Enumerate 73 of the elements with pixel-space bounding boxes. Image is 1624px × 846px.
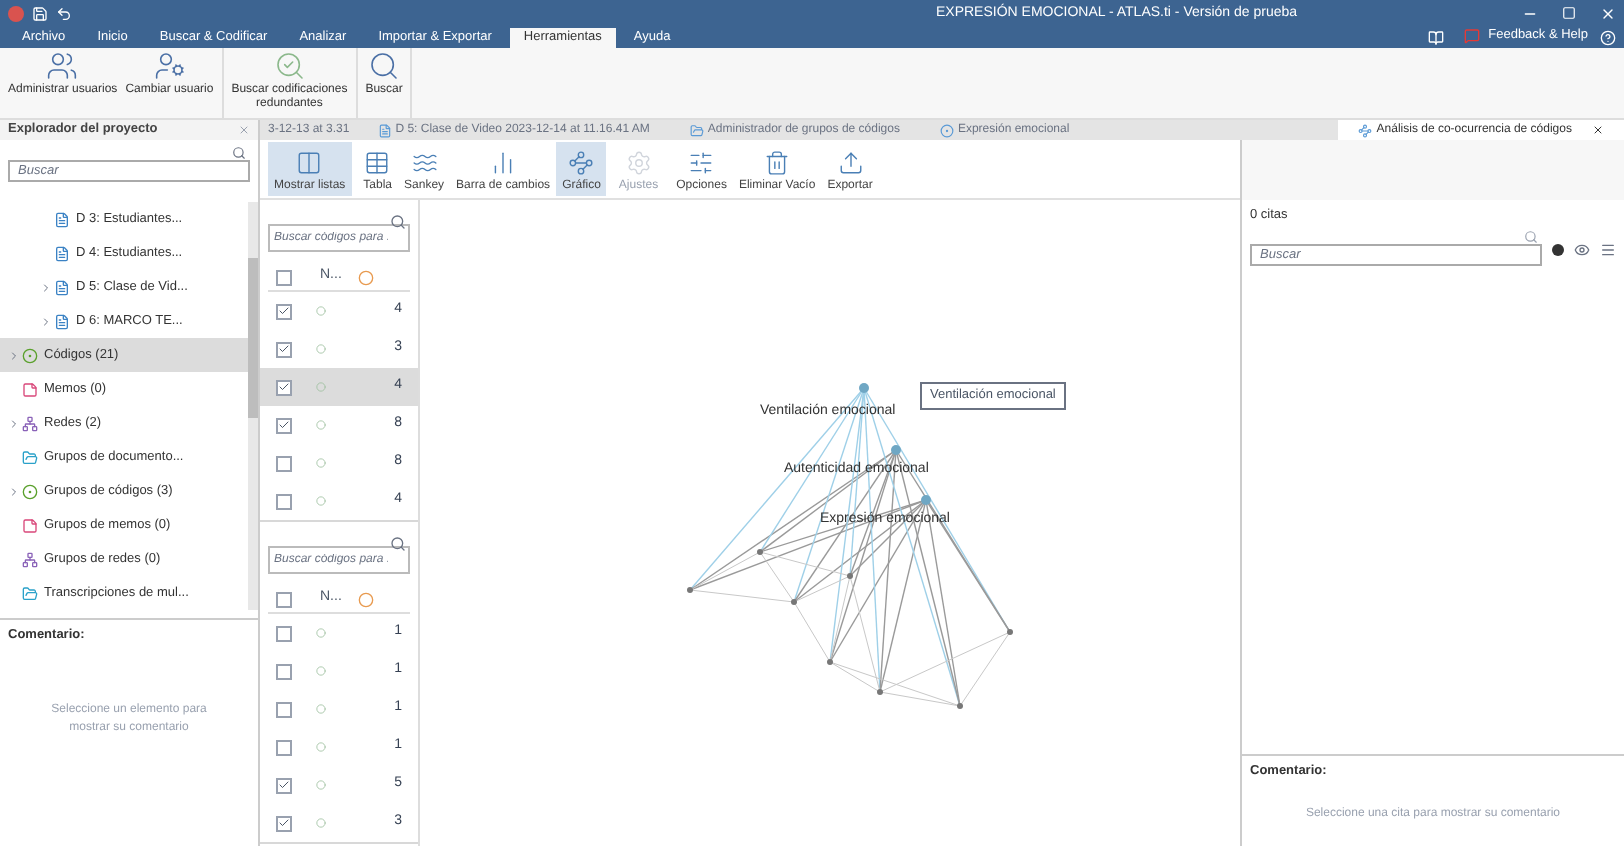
search-icon: [232, 146, 246, 160]
tab-icon: [689, 123, 704, 137]
select-all-checkbox[interactable]: [276, 269, 292, 285]
columns-icon: [296, 150, 323, 176]
save-icon[interactable]: [32, 5, 48, 21]
user-icon: [153, 50, 186, 82]
note-icon: [22, 517, 38, 533]
code-icon: [316, 344, 326, 354]
app-logo-icon: [8, 5, 24, 21]
search-icon: [390, 536, 406, 552]
note-icon: [22, 381, 38, 397]
checkbox[interactable]: [276, 739, 292, 755]
search-icon: [368, 50, 401, 82]
code-icon: [316, 420, 326, 430]
code-icon: [316, 780, 326, 790]
code-icon: [316, 306, 326, 316]
search-icon: [390, 214, 406, 230]
help-icon[interactable]: [1600, 30, 1616, 46]
code-icon: [316, 742, 326, 752]
code-icon: [316, 382, 326, 392]
checkbox[interactable]: [276, 663, 292, 679]
checkbox[interactable]: [276, 341, 292, 357]
checkbox[interactable]: [276, 701, 292, 717]
folder-icon: [22, 449, 38, 465]
book-icon[interactable]: [1428, 30, 1445, 46]
checkbox[interactable]: [276, 417, 292, 433]
maximize-icon[interactable]: [1562, 6, 1576, 20]
checkbox[interactable]: [276, 815, 292, 831]
wave-icon: [411, 150, 438, 176]
circle-icon: [22, 483, 38, 499]
search-icon: [1524, 229, 1538, 244]
upload-icon: [837, 150, 864, 176]
checkbox[interactable]: [276, 455, 292, 471]
code-icon: [316, 628, 326, 638]
code-icon: [316, 704, 326, 714]
feedback-icon: [1464, 28, 1481, 45]
quote-icon: [357, 591, 374, 607]
filter-icon[interactable]: [1552, 243, 1564, 256]
checkbox[interactable]: [276, 493, 292, 509]
users-icon: [46, 50, 79, 82]
select-all-checkbox[interactable]: [276, 591, 292, 607]
tab-icon: [377, 123, 392, 137]
checkbox[interactable]: [276, 379, 292, 395]
bar-chart-icon: [490, 150, 517, 176]
document-icon: [54, 245, 70, 261]
sliders-icon: [688, 150, 715, 176]
code-icon: [316, 496, 326, 506]
quote-icon: [357, 269, 374, 285]
settings-icon: [625, 150, 652, 176]
network-icon: [568, 150, 595, 176]
trash-icon: [764, 150, 791, 176]
checkbox[interactable]: [276, 625, 292, 641]
eye-icon[interactable]: [1574, 241, 1590, 258]
circle-icon: [22, 347, 38, 363]
code-icon: [316, 818, 326, 828]
network-icon: [22, 551, 38, 567]
folder-icon: [22, 585, 38, 601]
network-icon: [22, 415, 38, 431]
document-icon: [54, 211, 70, 227]
checkbox[interactable]: [276, 777, 292, 793]
tab-icon: [939, 123, 954, 137]
code-icon: [316, 666, 326, 676]
menu-icon[interactable]: [1600, 241, 1616, 258]
close-icon[interactable]: [1592, 124, 1604, 136]
undo-icon[interactable]: [56, 5, 72, 21]
document-icon: [54, 313, 70, 329]
code-icon: [316, 458, 326, 468]
tab-icon: [1358, 123, 1373, 137]
checkbox[interactable]: [276, 303, 292, 319]
table-icon: [364, 150, 391, 176]
scrollbar[interactable]: [248, 202, 258, 610]
document-icon: [54, 279, 70, 295]
magnifier-icon: [273, 50, 306, 82]
